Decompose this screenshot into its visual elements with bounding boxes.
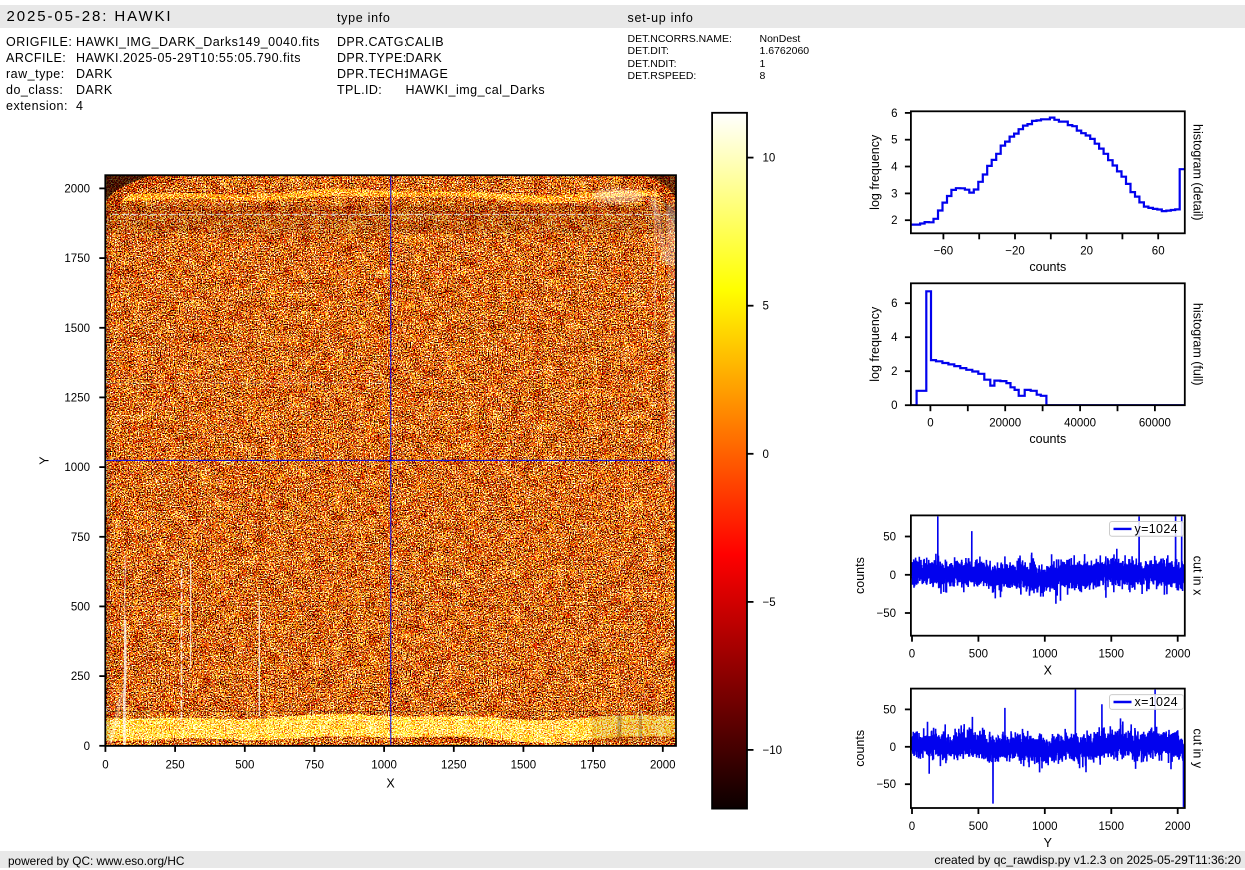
svg-text:50: 50 [883,532,896,544]
svg-text:cut in y: cut in y [1191,728,1205,768]
svg-text:histogram (detail): histogram (detail) [1191,124,1205,221]
svg-text:counts: counts [1029,260,1066,274]
svg-text:counts: counts [853,730,867,767]
svg-text:0: 0 [909,649,915,661]
svg-text:−20: −20 [1005,246,1025,258]
svg-text:6: 6 [891,108,897,120]
svg-text:6: 6 [891,298,897,310]
svg-text:1500: 1500 [64,323,90,335]
svg-text:0: 0 [927,418,933,430]
svg-text:4: 4 [891,162,898,174]
svg-text:2: 2 [891,215,897,227]
svg-text:1000: 1000 [371,760,397,772]
svg-text:2000: 2000 [1165,821,1191,833]
svg-text:0: 0 [891,400,897,412]
svg-text:x=1024: x=1024 [1135,695,1178,709]
svg-text:1750: 1750 [580,760,606,772]
svg-text:500: 500 [235,760,254,772]
svg-text:counts: counts [1029,432,1066,446]
svg-text:1000: 1000 [1032,649,1058,661]
svg-text:1000: 1000 [1032,821,1058,833]
svg-text:20: 20 [1080,246,1093,258]
svg-text:−60: −60 [934,246,954,258]
svg-text:2: 2 [891,366,897,378]
svg-text:0: 0 [84,741,90,753]
svg-text:2000: 2000 [64,183,90,195]
svg-text:40000: 40000 [1064,418,1096,430]
svg-text:−5: −5 [763,597,776,609]
svg-text:250: 250 [166,760,185,772]
svg-text:Y: Y [37,456,51,465]
svg-text:1250: 1250 [441,760,467,772]
svg-text:1500: 1500 [1099,649,1125,661]
svg-text:log frequency: log frequency [868,306,882,382]
svg-text:−50: −50 [876,779,896,791]
svg-text:5: 5 [891,135,897,147]
svg-text:500: 500 [969,649,988,661]
svg-text:60: 60 [1152,246,1165,258]
svg-text:Y: Y [1044,836,1053,850]
svg-text:0: 0 [890,570,896,582]
svg-text:750: 750 [305,760,324,772]
svg-text:0: 0 [763,449,769,461]
svg-text:y=1024: y=1024 [1135,522,1178,536]
svg-text:histogram (full): histogram (full) [1191,303,1205,386]
svg-text:250: 250 [71,671,90,683]
svg-text:60000: 60000 [1139,418,1171,430]
svg-text:750: 750 [71,532,90,544]
svg-text:1500: 1500 [511,760,537,772]
svg-text:5: 5 [763,301,769,313]
svg-text:cut in x: cut in x [1191,556,1205,596]
svg-text:500: 500 [71,601,90,613]
svg-text:−10: −10 [763,745,783,757]
svg-text:X: X [1044,664,1053,678]
svg-text:1750: 1750 [64,253,90,265]
svg-text:counts: counts [853,557,867,594]
svg-text:1250: 1250 [64,392,90,404]
svg-text:2000: 2000 [650,760,676,772]
svg-text:−50: −50 [876,608,896,620]
svg-text:3: 3 [891,188,897,200]
svg-text:500: 500 [969,821,988,833]
svg-text:50: 50 [883,704,896,716]
svg-text:10: 10 [763,153,776,165]
svg-text:0: 0 [909,821,915,833]
svg-text:4: 4 [891,332,898,344]
svg-text:0: 0 [102,760,108,772]
svg-text:1500: 1500 [1099,821,1125,833]
svg-text:1000: 1000 [64,462,90,474]
svg-text:0: 0 [890,742,896,754]
svg-text:X: X [386,777,395,791]
svg-text:20000: 20000 [989,418,1021,430]
svg-text:2000: 2000 [1165,649,1191,661]
svg-text:log frequency: log frequency [868,134,882,210]
